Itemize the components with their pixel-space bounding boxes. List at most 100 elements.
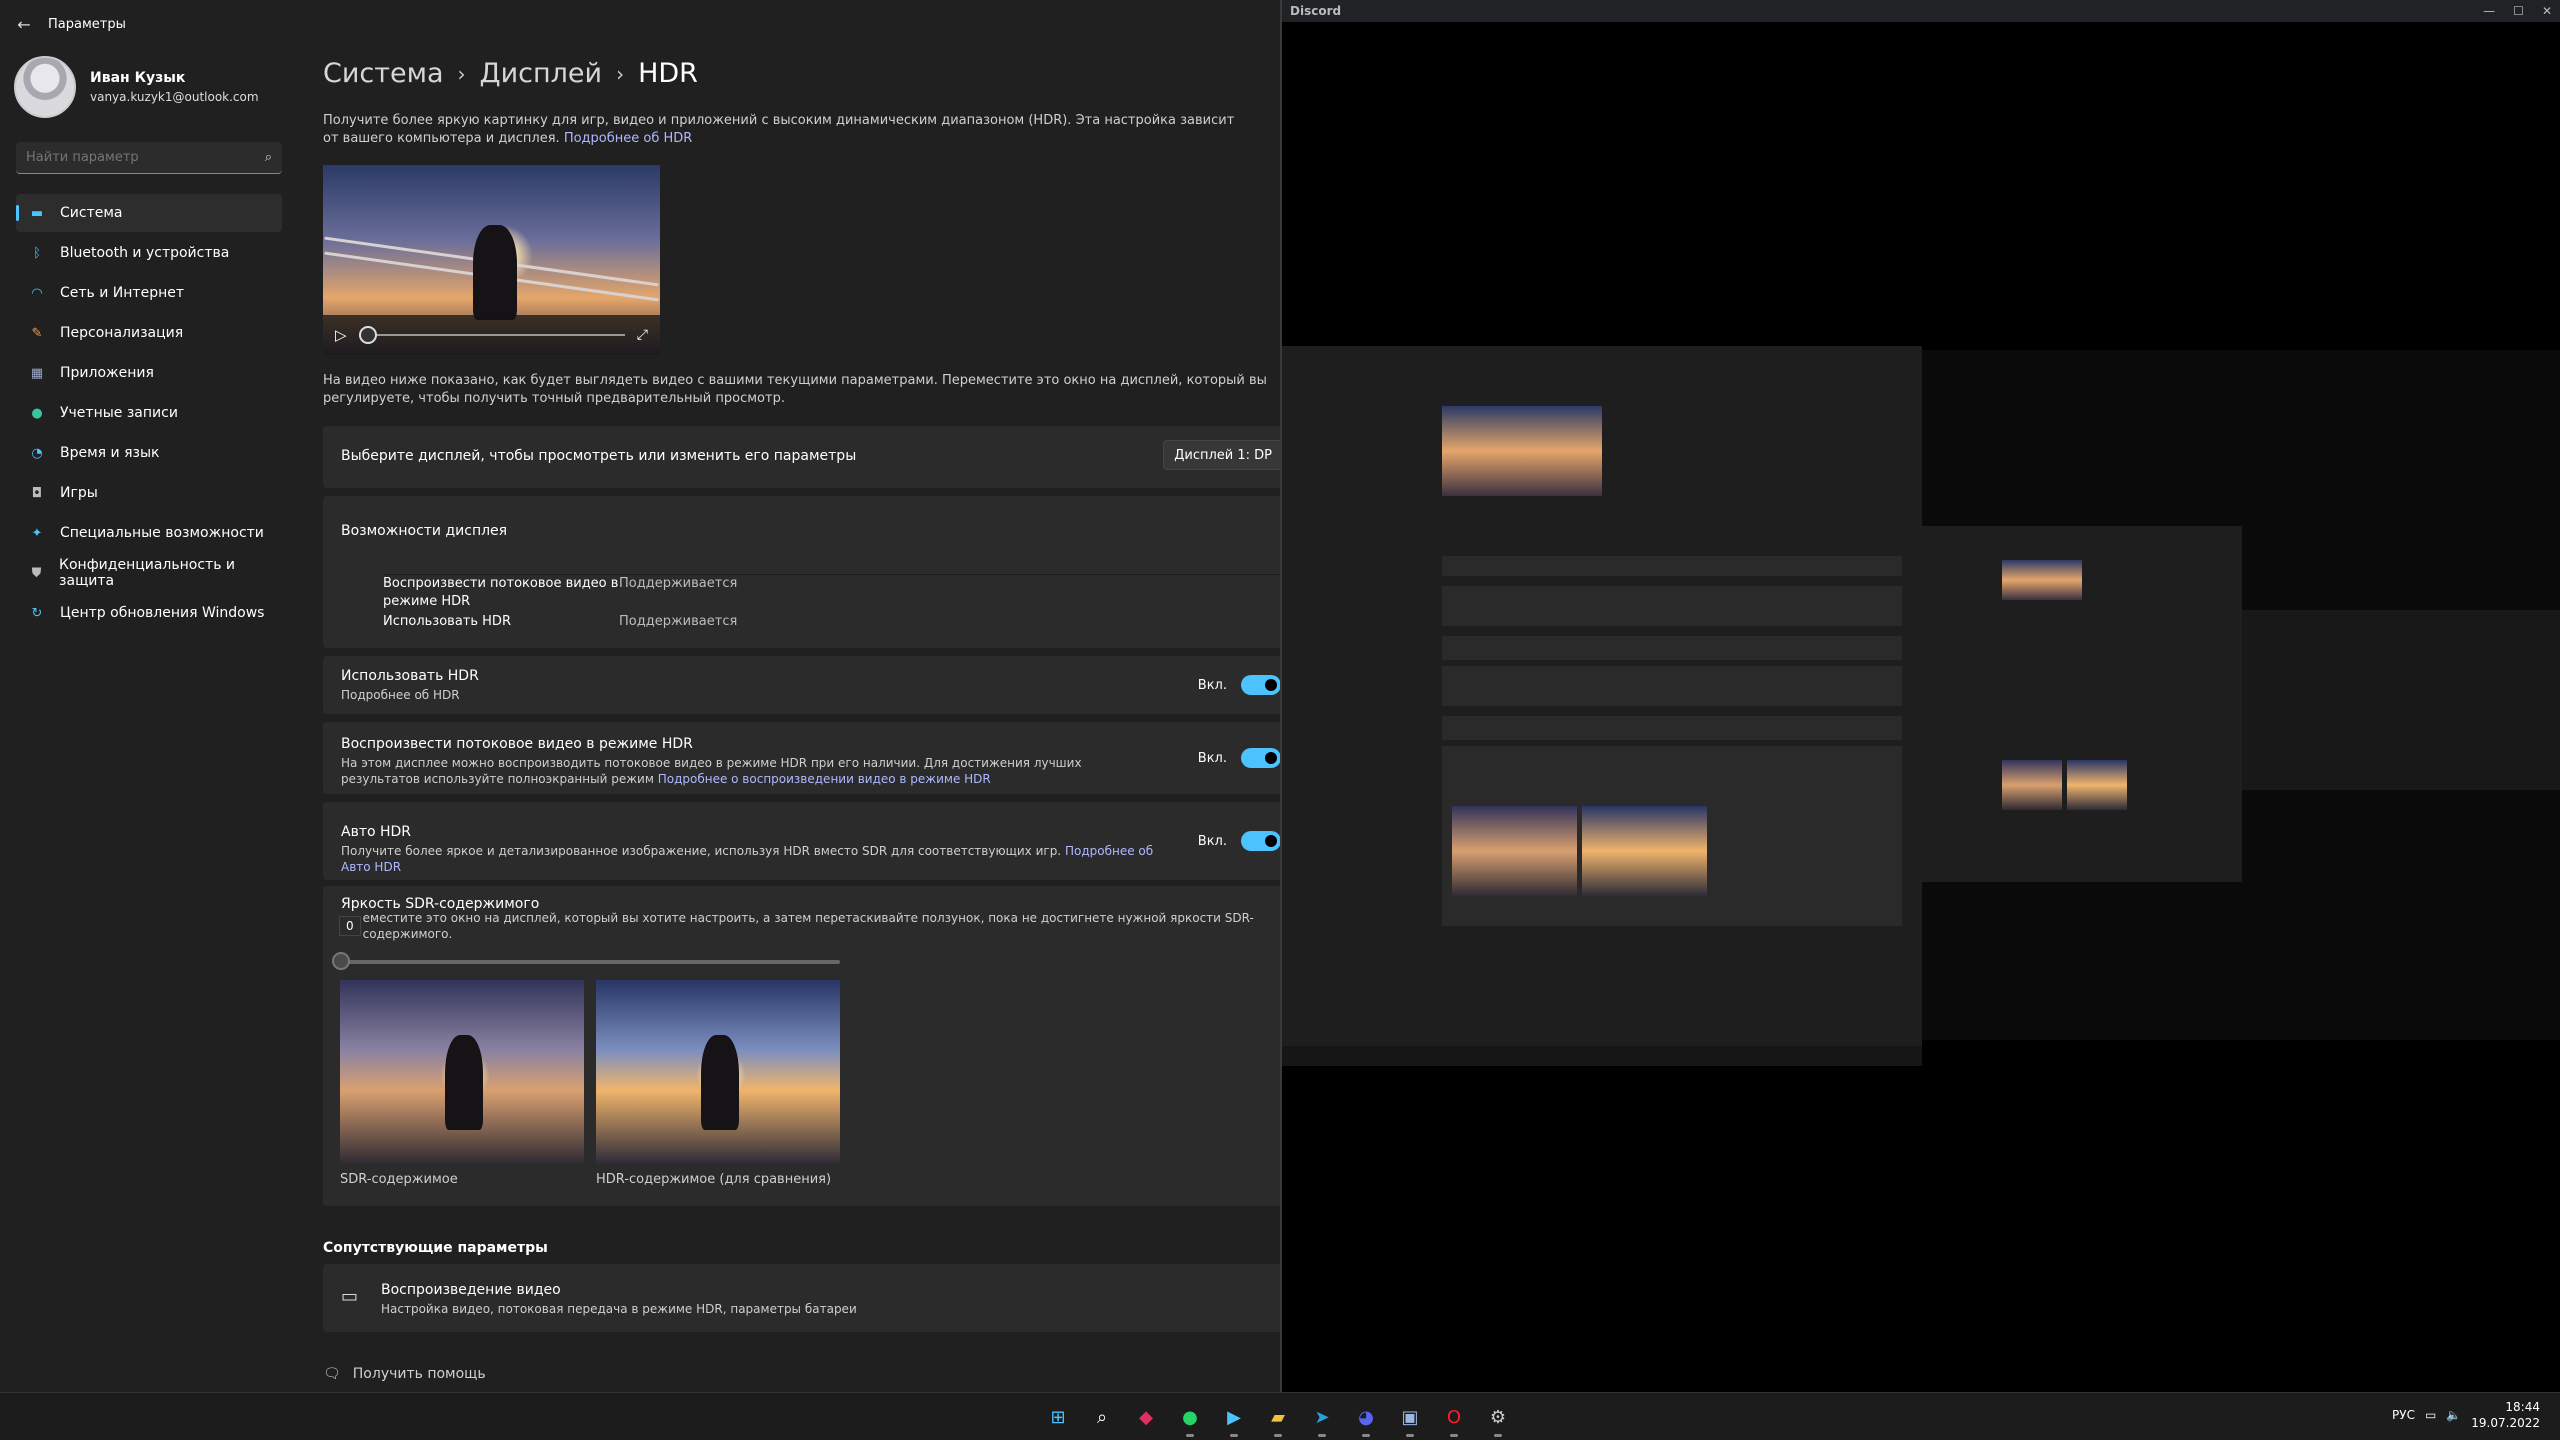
taskbar: ⊞ ⌕ ◆ ● ▶ ▰ ➤ ◕ ▣ O ⚙ РУС ▭ 🔈 18:44 19.07.2022 <box>0 1392 2560 1440</box>
sidebar-item-label: Приложения <box>60 365 154 381</box>
telegram-icon[interactable]: ➤ <box>1306 1401 1338 1437</box>
use-hdr-row: Использовать HDR Подробнее об HDR Вкл. <box>323 656 1280 714</box>
video-playback-row[interactable]: ▭ Воспроизведение видео Настройка видео,… <box>323 1264 1280 1332</box>
user-name: Иван Кузык <box>90 70 186 86</box>
breadcrumb-display[interactable]: Дисплей <box>480 58 603 89</box>
gamepad-icon: ◘ <box>31 485 43 501</box>
capability-hdr-value: Поддерживается <box>619 614 738 629</box>
capabilities-card: Возможности дисплея Воспроизвести потоко… <box>323 496 1280 648</box>
auto-hdr-desc: Получите более яркое и детализированное … <box>341 844 1062 858</box>
app-red-icon[interactable]: ◆ <box>1130 1401 1162 1433</box>
stream-hdr-state: Вкл. <box>1197 750 1227 766</box>
use-hdr-title: Использовать HDR <box>341 668 479 684</box>
clock-time: 18:44 <box>2505 1400 2540 1414</box>
settings-icon[interactable]: ⚙ <box>1482 1401 1514 1437</box>
video-controls: ▷ ⤢ <box>323 315 660 355</box>
volume-icon[interactable]: 🔈 <box>2446 1408 2461 1422</box>
photos-icon[interactable]: ▣ <box>1394 1401 1426 1437</box>
sidebar-item-9[interactable]: ⛊ Конфиденциальность и защита <box>16 554 282 592</box>
clock-date: 19.07.2022 <box>2471 1416 2540 1430</box>
display-dropdown[interactable]: Дисплей 1: DP <box>1163 440 1280 470</box>
taskbar-apps: ⊞ ⌕ ◆ ● ▶ ▰ ➤ ◕ ▣ O ⚙ <box>1042 1401 1514 1437</box>
network-icon[interactable]: ▭ <box>2425 1408 2436 1422</box>
play-icon[interactable]: ▷ <box>335 326 347 344</box>
close-icon[interactable]: ✕ <box>2542 4 2552 18</box>
sidebar-item-1[interactable]: ᛒ Bluetooth и устройства <box>16 234 282 272</box>
capability-stream: Воспроизвести потоковое видео в режиме H… <box>383 575 1280 611</box>
clock[interactable]: 18:44 19.07.2022 <box>2471 1399 2540 1431</box>
user-email: vanya.kuzyk1@outlook.com <box>90 90 259 104</box>
user-profile[interactable]: Иван Кузык vanya.kuzyk1@outlook.com <box>14 56 259 118</box>
sdr-brightness-slider[interactable] <box>332 952 840 970</box>
breadcrumb-system[interactable]: Система <box>323 58 444 89</box>
sidebar-item-5[interactable]: ● Учетные записи <box>16 394 282 432</box>
language-indicator[interactable]: РУС <box>2392 1408 2415 1422</box>
sidebar-item-label: Учетные записи <box>60 405 178 421</box>
intro-description: Получите более яркую картинку для игр, в… <box>323 113 1235 146</box>
sidebar-item-6[interactable]: ◔ Время и язык <box>16 434 282 472</box>
stream-hdr-link[interactable]: Подробнее о воспроизведении видео в режи… <box>658 772 991 786</box>
display-select-label: Выберите дисплей, чтобы просмотреть или … <box>341 448 857 464</box>
sidebar-item-0[interactable]: ▬ Система <box>16 194 282 232</box>
capability-hdr: Использовать HDR Поддерживается <box>383 613 1280 631</box>
discord-window: Discord — ☐ ✕ <box>1280 0 2560 1392</box>
slider-knob[interactable] <box>332 952 350 970</box>
update-icon: ↻ <box>31 605 43 621</box>
title-bar: ← Параметры <box>0 0 1280 48</box>
search-box[interactable]: ⌕ <box>16 142 282 174</box>
discord-title-bar: Discord — ☐ ✕ <box>1282 0 2560 22</box>
sidebar-item-label: Персонализация <box>60 325 184 341</box>
sidebar-item-8[interactable]: ✦ Специальные возможности <box>16 514 282 552</box>
start-icon[interactable]: ⊞ <box>1042 1401 1074 1433</box>
page-title: HDR <box>638 58 698 89</box>
play-store-icon[interactable]: ▶ <box>1218 1401 1250 1437</box>
search-icon[interactable]: ⌕ <box>1086 1401 1118 1433</box>
sidebar-item-2[interactable]: ◠ Сеть и Интернет <box>16 274 282 312</box>
help-icon: 🗨 <box>323 1366 341 1382</box>
sidebar-item-10[interactable]: ↻ Центр обновления Windows <box>16 594 282 632</box>
search-icon: ⌕ <box>264 150 272 165</box>
use-hdr-link[interactable]: Подробнее об HDR <box>341 687 479 703</box>
hdr-caption: HDR-содержимое (для сравнения) <box>596 1172 832 1187</box>
breadcrumb: Система › Дисплей › HDR <box>323 58 698 89</box>
auto-hdr-toggle[interactable] <box>1241 831 1280 851</box>
back-arrow-icon[interactable]: ← <box>0 0 48 48</box>
apps-icon: ▦ <box>30 365 44 381</box>
hdr-learn-more-link[interactable]: Подробнее об HDR <box>564 131 693 146</box>
fullscreen-icon[interactable]: ⤢ <box>637 327 648 343</box>
sidebar-item-label: Bluetooth и устройства <box>60 245 230 261</box>
sidebar-item-3[interactable]: ✎ Персонализация <box>16 314 282 352</box>
screen-share-preview <box>1282 346 1922 1066</box>
slider-tooltip: 0 <box>339 916 361 936</box>
stream-hdr-title: Воспроизвести потоковое видео в режиме H… <box>341 736 693 752</box>
whatsapp-icon[interactable]: ● <box>1174 1401 1206 1437</box>
auto-hdr-state: Вкл. <box>1197 833 1227 849</box>
video-playback-desc: Настройка видео, потоковая передача в ре… <box>381 1302 857 1316</box>
sidebar-item-7[interactable]: ◘ Игры <box>16 474 282 512</box>
discord-icon[interactable]: ◕ <box>1350 1401 1382 1437</box>
use-hdr-state: Вкл. <box>1197 677 1227 693</box>
get-help-link[interactable]: 🗨 Получить помощь <box>323 1366 486 1382</box>
search-input[interactable] <box>26 150 246 165</box>
maximize-icon[interactable]: ☐ <box>2513 4 2524 18</box>
chevron-right-icon: › <box>616 61 625 86</box>
discord-title: Discord <box>1290 4 1342 18</box>
use-hdr-toggle[interactable] <box>1241 675 1280 695</box>
stream-hdr-toggle[interactable] <box>1241 748 1280 768</box>
minimize-icon[interactable]: — <box>2483 4 2495 18</box>
shield-icon: ⛊ <box>31 565 42 581</box>
sidebar-item-label: Конфиденциальность и защита <box>59 557 235 589</box>
capability-stream-label: Воспроизвести потоковое видео в режиме H… <box>383 576 619 609</box>
globe-clock-icon: ◔ <box>31 445 43 461</box>
settings-window: ← Параметры Иван Кузык vanya.kuzyk1@outl… <box>0 0 1280 1392</box>
video-camera-icon: ▭ <box>341 1286 359 1307</box>
sidebar-item-4[interactable]: ▦ Приложения <box>16 354 282 392</box>
seek-knob[interactable] <box>358 326 377 344</box>
person-icon: ● <box>31 405 43 421</box>
display-select-row: Выберите дисплей, чтобы просмотреть или … <box>323 426 1280 488</box>
hdr-preview-video[interactable]: ▷ ⤢ <box>323 165 660 355</box>
video-seek-bar[interactable] <box>358 326 625 344</box>
explorer-icon[interactable]: ▰ <box>1262 1401 1294 1437</box>
opera-icon[interactable]: O <box>1438 1401 1470 1437</box>
sidebar-item-label: Центр обновления Windows <box>60 605 265 621</box>
